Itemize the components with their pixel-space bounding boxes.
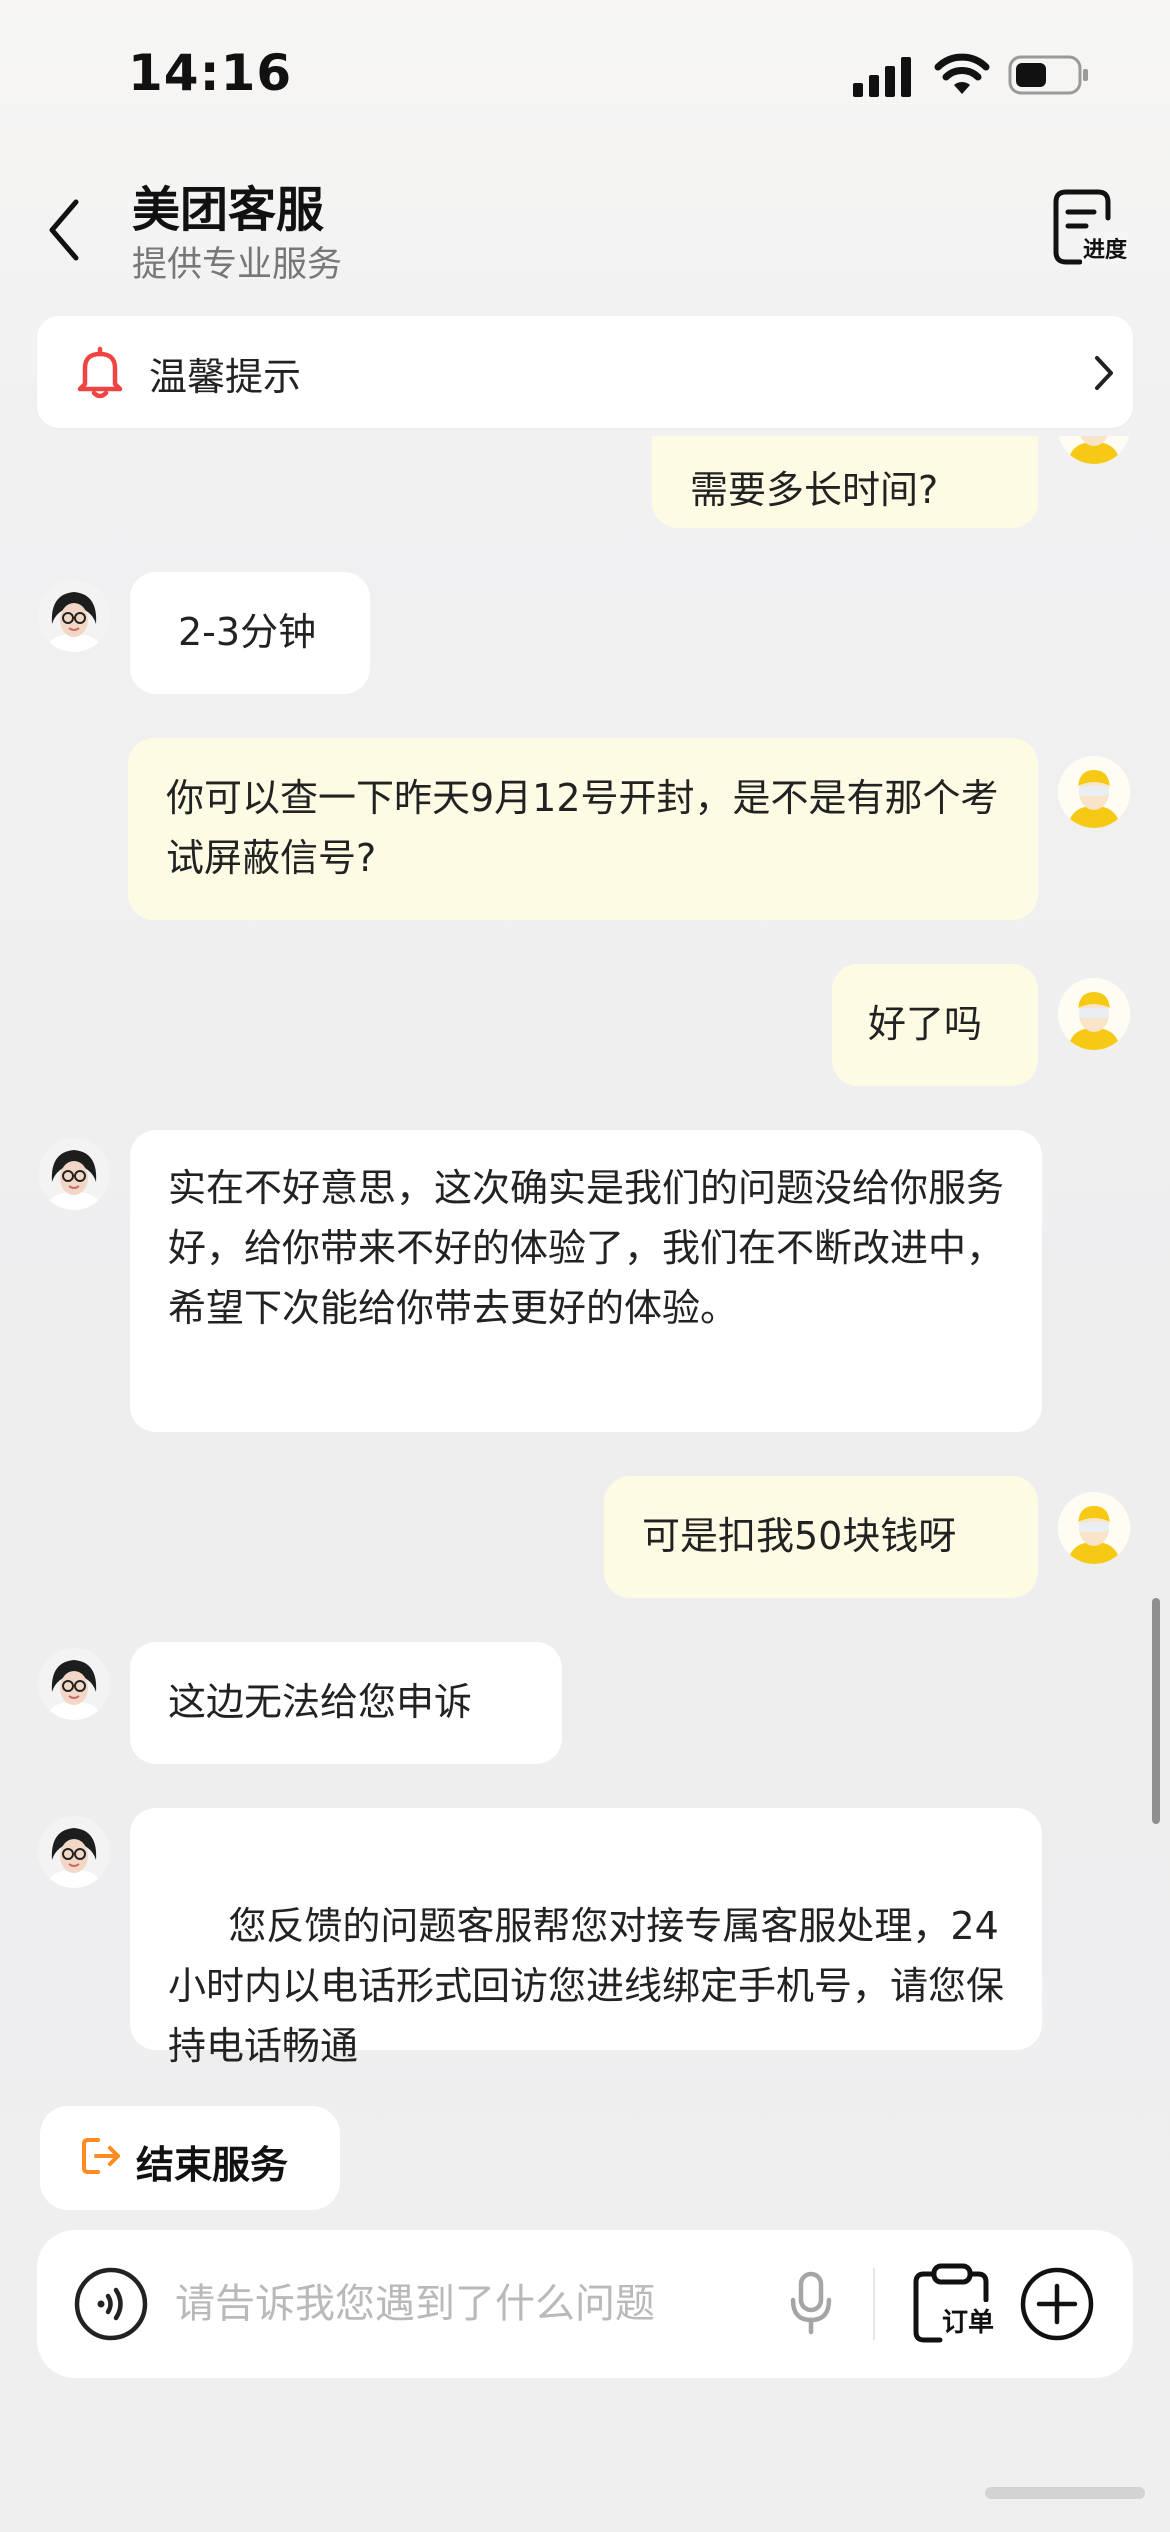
agent-message-bubble: 您反馈的问题客服帮您对接专属客服处理，24小时内以电话形式回访您进线绑定手机号，… — [130, 1808, 1042, 2068]
message-text: 实在不好意思，这次确实是我们的问题没给你服务好，给你带来不好的体验了，我们在不断… — [168, 1166, 1005, 1330]
message-input-bar: 订单 — [37, 2230, 1133, 2378]
progress-button[interactable]: 进度 — [1048, 188, 1130, 268]
order-button[interactable]: 订单 — [910, 2260, 996, 2346]
page-subtitle: 提供专业服务 — [132, 245, 343, 285]
agent-message-bubble: 这边无法给您申诉 — [130, 1642, 562, 1764]
plus-circle-icon[interactable] — [1019, 2266, 1095, 2342]
agent-message-bubble: 实在不好意思，这次确实是我们的问题没给你服务好，给你带来不好的体验了，我们在不断… — [130, 1130, 1042, 1432]
bell-icon — [77, 346, 123, 399]
order-label: 订单 — [942, 2302, 995, 2339]
wifi-icon — [934, 53, 990, 94]
input-divider — [873, 2268, 875, 2340]
chat-messages[interactable]: 需要多长时间? 2-3分钟 你可以查一下昨天9月12号开封，是不是有那个考试屏蔽… — [0, 436, 1170, 2096]
agent-avatar[interactable] — [38, 1816, 110, 1888]
agent-avatar[interactable] — [38, 580, 110, 652]
voice-toggle-icon[interactable] — [73, 2266, 149, 2342]
user-message-bubble: 好了吗 — [832, 964, 1038, 1086]
user-message-bubble: 可是扣我50块钱呀 — [604, 1476, 1038, 1598]
user-message-bubble: 需要多长时间? — [652, 436, 1038, 528]
page-title: 美团客服 — [132, 182, 325, 238]
chevron-right-icon — [1095, 356, 1113, 390]
message-text: 你可以查一下昨天9月12号开封，是不是有那个考试屏蔽信号? — [166, 776, 999, 880]
notice-card[interactable]: 温馨提示 — [37, 316, 1133, 428]
user-avatar[interactable] — [1058, 436, 1130, 464]
message-text: 2-3分钟 — [178, 610, 317, 654]
exit-icon — [82, 2138, 120, 2174]
user-avatar[interactable] — [1058, 1492, 1130, 1564]
user-avatar[interactable] — [1058, 756, 1130, 828]
agent-message-bubble: 2-3分钟 — [130, 572, 370, 694]
progress-label: 进度 — [1082, 232, 1129, 264]
user-avatar[interactable] — [1058, 978, 1130, 1050]
agent-avatar[interactable] — [38, 1138, 110, 1210]
scrollbar[interactable] — [1152, 1598, 1160, 1824]
message-text: 需要多长时间? — [690, 468, 939, 512]
message-text: 好了吗 — [868, 1002, 983, 1046]
notice-text: 温馨提示 — [149, 355, 302, 399]
status-time: 14:16 — [128, 44, 293, 102]
back-button[interactable] — [38, 190, 94, 270]
end-service-button[interactable]: 结束服务 — [40, 2106, 340, 2210]
message-input[interactable] — [175, 2270, 755, 2338]
home-indicator[interactable] — [985, 2487, 1145, 2499]
agent-avatar[interactable] — [38, 1648, 110, 1720]
microphone-icon[interactable] — [789, 2270, 833, 2336]
battery-icon — [1008, 55, 1088, 95]
message-text: 可是扣我50块钱呀 — [642, 1514, 957, 1558]
status-bar: 14:16 — [0, 0, 1170, 150]
user-message-bubble: 你可以查一下昨天9月12号开封，是不是有那个考试屏蔽信号? — [128, 738, 1038, 920]
end-service-label: 结束服务 — [136, 2143, 289, 2187]
message-text: 您反馈的问题客服帮您对接专属客服处理，24小时内以电话形式回访您进线绑定手机号，… — [168, 1904, 1005, 2068]
header: 美团客服 提供专业服务 进度 — [0, 160, 1170, 290]
cellular-signal-icon — [853, 57, 911, 97]
message-text: 这边无法给您申诉 — [168, 1680, 473, 1724]
